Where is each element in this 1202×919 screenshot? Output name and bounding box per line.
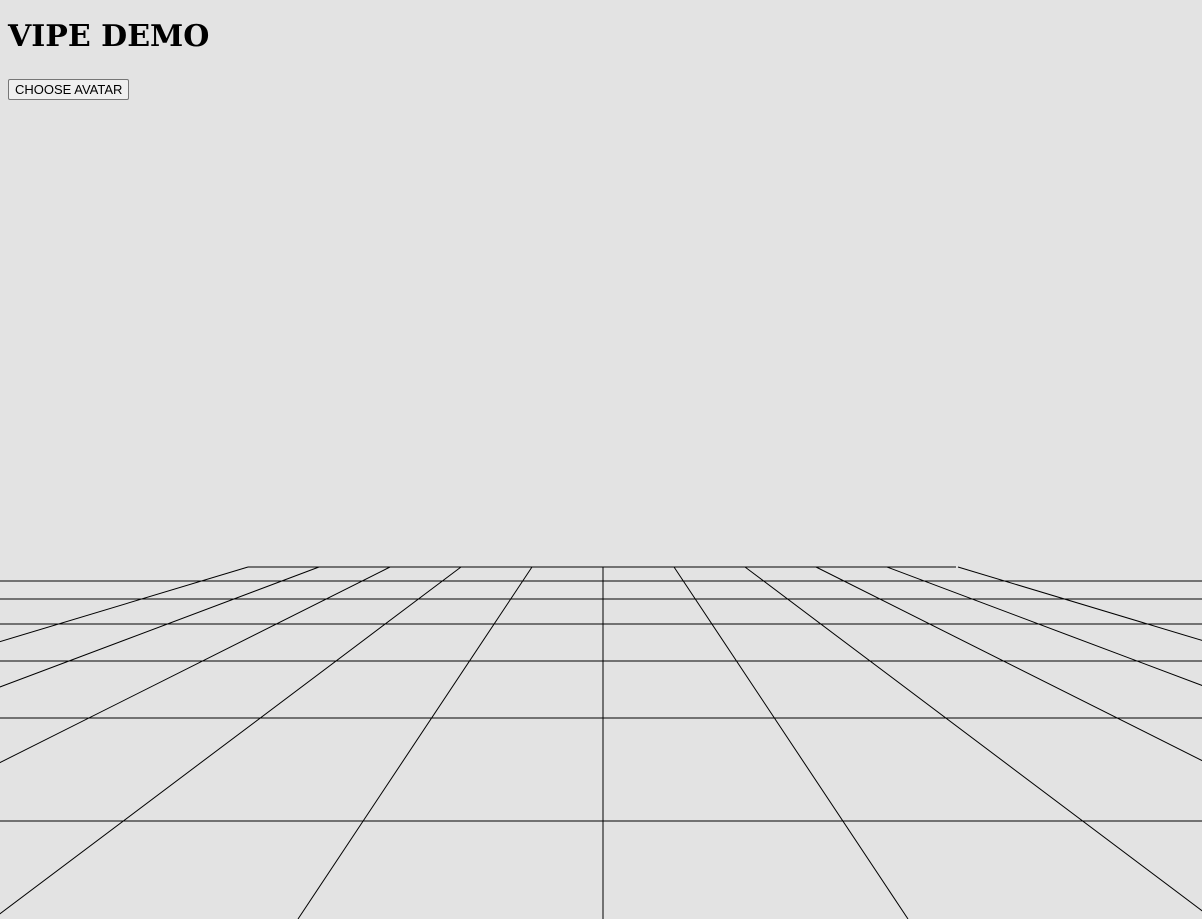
viewport[interactable]: VIPE DEMO CHOOSE AVATAR: [0, 0, 1202, 919]
grid-column-line: [0, 566, 249, 643]
page-title: VIPE DEMO: [8, 19, 210, 54]
grid-column-line: [886, 566, 1202, 686]
grid-column-line: [673, 566, 909, 919]
grid-column-line: [297, 566, 533, 919]
grid-column-line: [0, 566, 462, 915]
floor-grid: [0, 566, 1202, 919]
grid-horizontal-lines: [0, 566, 1202, 822]
choose-avatar-button[interactable]: CHOOSE AVATAR: [8, 79, 130, 100]
grid-column-line: [957, 566, 1202, 641]
grid-column-line: [815, 566, 1202, 762]
grid-column-line: [0, 566, 320, 688]
grid-column-line: [744, 566, 1202, 912]
grid-column-line: [0, 566, 391, 764]
grid-converging-lines: [0, 566, 1202, 919]
